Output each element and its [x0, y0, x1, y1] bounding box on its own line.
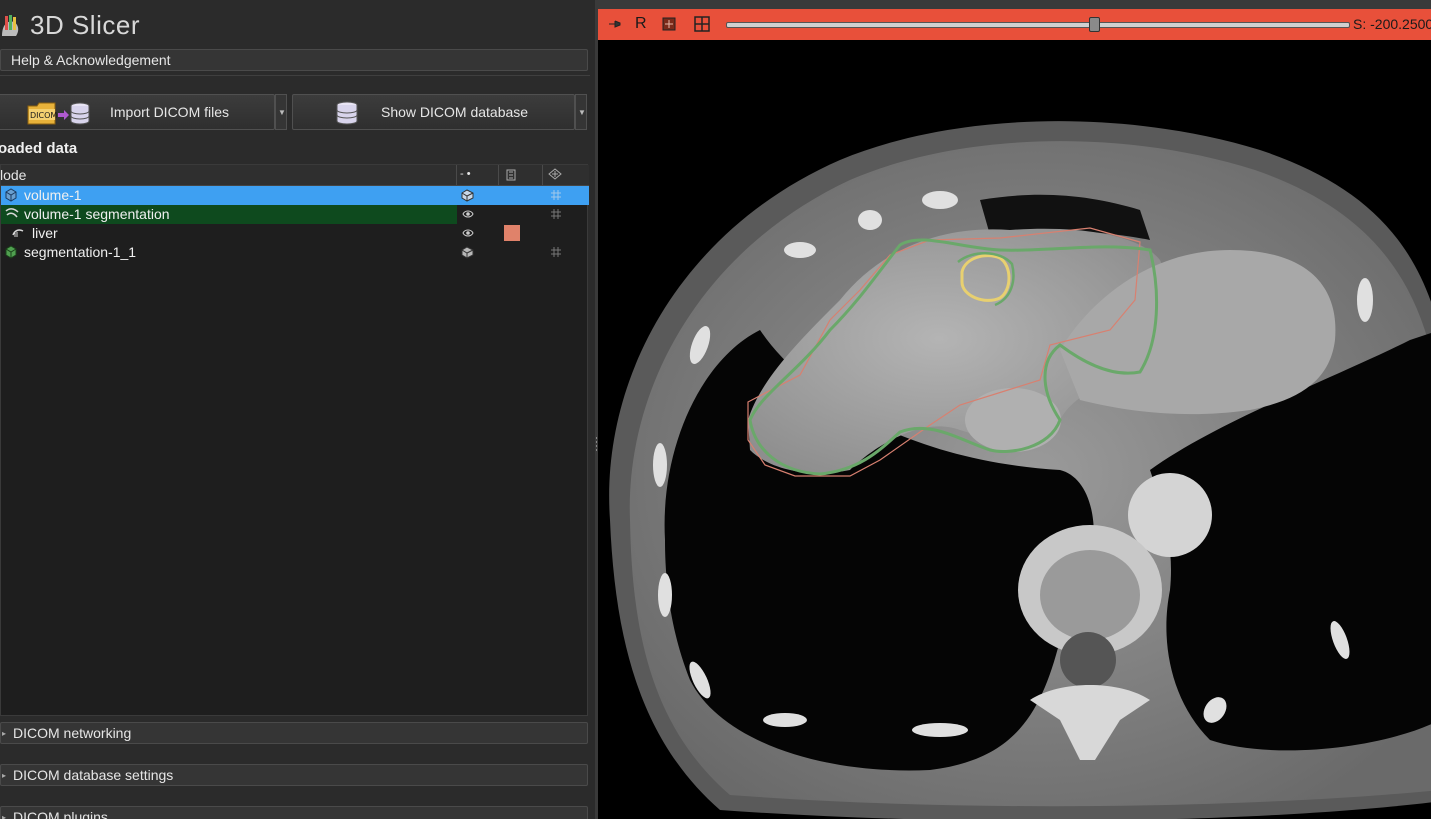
slice-visibility-icon[interactable] [551, 247, 561, 257]
separator [0, 75, 590, 88]
segmentation-node-icon [5, 208, 19, 218]
chevron-down-icon: ▼ [278, 108, 286, 117]
slice-column-icon[interactable] [548, 168, 562, 182]
slice-offset-slider[interactable] [726, 22, 1350, 28]
ct-axial-image [609, 121, 1431, 819]
tree-row-label: volume-1 [24, 187, 82, 203]
dicom-database-settings-section[interactable]: ▸ DICOM database settings [0, 764, 588, 786]
color-column-icon[interactable] [506, 169, 516, 181]
visibility-column-header[interactable]: - • [460, 168, 471, 180]
volume-display-icon[interactable] [460, 188, 476, 202]
section-label: DICOM plugins [13, 809, 108, 819]
column-divider [456, 165, 457, 185]
chevron-right-icon: ▸ [2, 729, 7, 738]
loaded-data-tree[interactable]: lode - • volume-1 volume-1 segmentation … [0, 164, 589, 716]
app-title: 3D Slicer [30, 10, 140, 40]
tree-row-volume-1-segmentation[interactable]: volume-1 segmentation [1, 205, 589, 224]
slice-visibility-icon[interactable] [551, 190, 561, 200]
dicom-networking-section[interactable]: ▸ DICOM networking [0, 722, 588, 744]
column-divider [542, 165, 543, 185]
module-panel: 3D Slicer Help & Acknowledgement DICOM I… [0, 0, 595, 819]
dicom-plugins-section[interactable]: ▸ DICOM plugins [0, 806, 588, 819]
tree-row-liver[interactable]: liver [1, 224, 589, 243]
column-divider [498, 165, 499, 185]
slider-handle[interactable] [1089, 17, 1101, 32]
show-database-dropdown[interactable]: ▼ [575, 94, 587, 130]
segment-icon [12, 229, 24, 237]
import-dicom-button[interactable]: DICOM Import DICOM files [0, 94, 275, 130]
section-label: DICOM networking [13, 725, 132, 741]
import-dicom-icon: DICOM [27, 102, 90, 125]
import-dicom-dropdown[interactable]: ▼ [275, 94, 287, 130]
red-slice-view[interactable]: R S: -200.2500 [598, 9, 1431, 819]
svg-text:DICOM: DICOM [30, 111, 57, 120]
volume-node-icon [5, 188, 17, 202]
view-name-label: R [635, 15, 647, 32]
tree-header: lode - • [0, 165, 589, 186]
layout-grid-icon[interactable] [694, 16, 710, 32]
import-dicom-label: Import DICOM files [110, 104, 230, 120]
section-label: DICOM database settings [13, 767, 174, 783]
show-dicom-database-label: Show DICOM database [381, 104, 529, 120]
chevron-right-icon: ▸ [2, 813, 7, 819]
help-acknowledgement-section[interactable]: Help & Acknowledgement [0, 49, 588, 71]
eye-icon[interactable] [462, 227, 474, 239]
volume-display-icon[interactable] [460, 245, 476, 259]
pin-icon[interactable] [608, 17, 624, 31]
eye-icon[interactable] [462, 208, 474, 220]
tree-row-label: liver [32, 225, 58, 241]
tree-row-segmentation-1-1[interactable]: segmentation-1_1 [1, 243, 589, 262]
tree-row-label: segmentation-1_1 [24, 244, 137, 260]
slice-visibility-icon[interactable] [551, 209, 561, 219]
volume-node-icon [5, 245, 17, 259]
chevron-down-icon: ▼ [578, 108, 586, 117]
slice-controller-bar: R S: -200.2500 [598, 9, 1431, 40]
slice-offset-value: S: -200.2500 [1353, 16, 1431, 32]
help-acknowledgement-label: Help & Acknowledgement [11, 52, 171, 68]
show-dicom-database-button[interactable]: Show DICOM database [292, 94, 575, 130]
loaded-data-title: oaded data [0, 140, 78, 157]
link-toggle-icon[interactable] [661, 16, 677, 32]
database-icon [336, 101, 358, 125]
node-column-header[interactable]: lode [0, 167, 26, 183]
tree-row-label: volume-1 segmentation [24, 206, 170, 222]
segment-color-swatch[interactable] [504, 225, 520, 241]
slicer-logo-icon [2, 15, 19, 36]
tree-row-volume-1[interactable]: volume-1 [1, 186, 589, 205]
chevron-right-icon: ▸ [2, 771, 7, 780]
